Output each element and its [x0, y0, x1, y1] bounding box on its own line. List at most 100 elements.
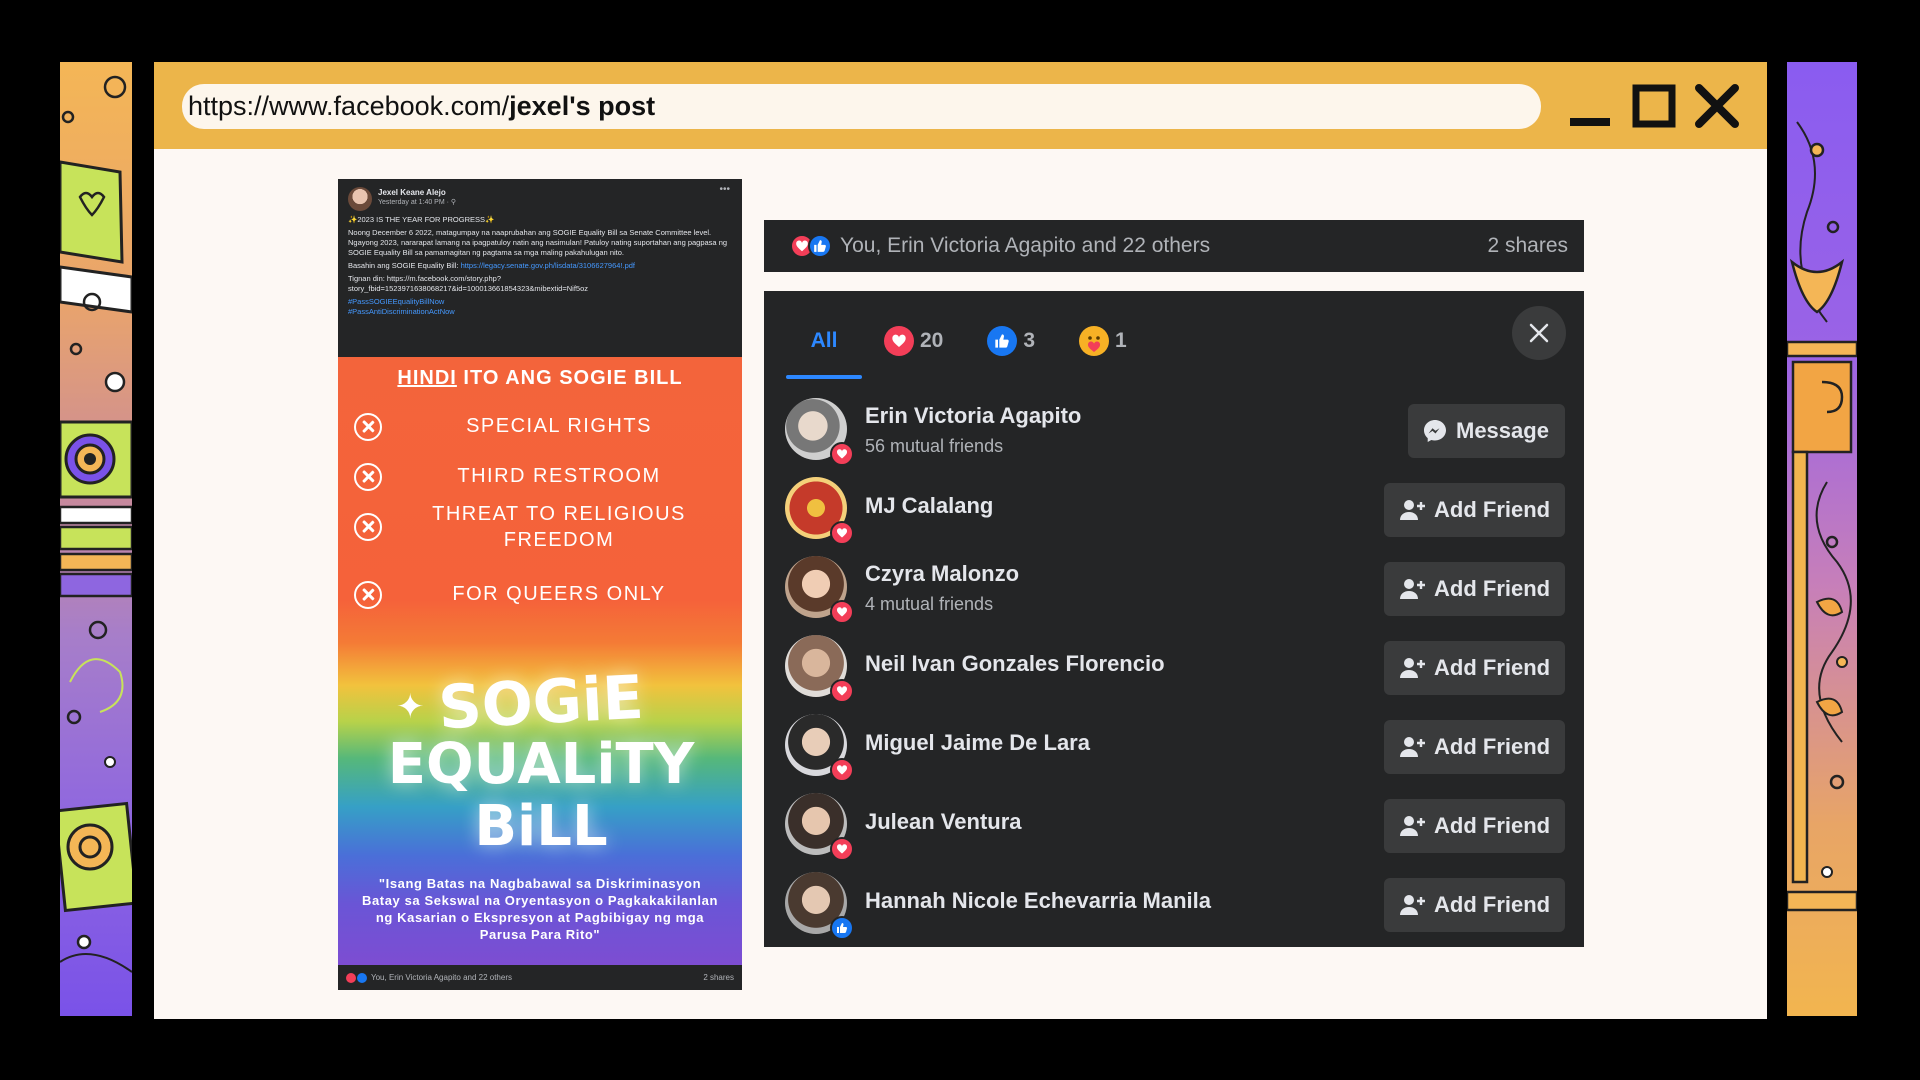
poster-item: SPECIAL RIGHTS [354, 405, 734, 445]
add-friend-button[interactable]: Add Friend [1384, 720, 1565, 774]
add-friend-icon [1400, 658, 1425, 678]
add-friend-icon [1400, 816, 1425, 836]
love-reaction-icon [830, 442, 854, 466]
mutual-friends[interactable]: 4 mutual friends [865, 594, 993, 615]
post-text: ✨2023 IS THE YEAR FOR PROGRESS✨ Noong De… [348, 215, 732, 320]
poster-title: HINDI ITO ANG SOGIE BILL [338, 367, 742, 390]
logo-line: EQUALiTY [387, 732, 695, 797]
mutual-friends[interactable]: 56 mutual friends [865, 436, 1003, 457]
tab-love[interactable]: 20 [862, 305, 965, 377]
love-reaction-icon [884, 326, 914, 356]
close-window-button[interactable] [1695, 84, 1739, 128]
poster-item-text: FOR QUEERS ONLY [452, 583, 666, 605]
logo-line: BiLL [474, 794, 608, 859]
read-label: Basahin ang SOGIE Equality Bill: [348, 261, 459, 270]
reactor-row: Miguel Jaime De Lara Add Friend [764, 707, 1584, 785]
decorative-pattern-left [60, 75, 132, 973]
post-footer-reactions: You, Erin Victoria Agapito and 22 others [371, 973, 512, 982]
add-friend-label: Add Friend [1434, 734, 1551, 759]
decorative-pattern-right [1787, 121, 1857, 912]
like-reaction-icon [830, 916, 854, 940]
add-friend-icon [1400, 895, 1425, 915]
post-header: Jexel Keane Alejo Yesterday at 1:40 PM ·… [338, 179, 742, 357]
add-friend-button[interactable]: Add Friend [1384, 799, 1565, 853]
love-reaction-icon [830, 521, 854, 545]
tab-all[interactable]: All [786, 305, 862, 379]
close-icon [1695, 84, 1739, 128]
url-prefix: https://www.facebook.com/ [188, 91, 510, 121]
close-dialog-button[interactable] [1512, 306, 1566, 360]
reactor-name[interactable]: Czyra Malonzo [865, 561, 1019, 587]
read-link: https://legacy.senate.gov.ph/lisdata/310… [460, 261, 636, 270]
poster-item-text: SPECIAL RIGHTS [466, 415, 652, 437]
like-reaction-icon [987, 326, 1018, 356]
add-friend-button[interactable]: Add Friend [1384, 483, 1565, 537]
message-button[interactable]: Message [1408, 404, 1565, 458]
reactor-name[interactable]: Erin Victoria Agapito [865, 403, 1081, 429]
post-screenshot: Jexel Keane Alejo Yesterday at 1:40 PM ·… [338, 179, 742, 990]
slide: https://www.facebook.com/jexel's post Je… [0, 0, 1920, 1080]
reactor-name[interactable]: Julean Ventura [865, 809, 1022, 835]
logo-line: SOGiE [436, 662, 646, 744]
reactor-name[interactable]: Hannah Nicole Echevarria Manila [865, 888, 1211, 914]
minimize-icon [1570, 118, 1610, 126]
messenger-icon [1424, 420, 1446, 442]
post-image: HINDI ITO ANG SOGIE BILL SPECIAL RIGHTS … [338, 357, 742, 965]
reactor-row: Czyra Malonzo 4 mutual friends Add Frien… [764, 549, 1584, 627]
post-footer: You, Erin Victoria Agapito and 22 others… [338, 965, 742, 990]
hashtag: #PassAntiDiscriminationActNow [348, 307, 455, 316]
tab-care[interactable]: 1 [1057, 305, 1149, 377]
like-reaction-icon [808, 234, 832, 258]
add-friend-button[interactable]: Add Friend [1384, 562, 1565, 616]
tab-all-label: All [810, 329, 838, 352]
reactor-row: Julean Ventura Add Friend [764, 786, 1584, 864]
care-count: 1 [1115, 329, 1127, 352]
reactor-row: Hannah Nicole Echevarria Manila Add Frie… [764, 865, 1584, 943]
poster-title-rest: ITO ANG SOGIE BILL [456, 367, 683, 389]
left-decorative-strip [60, 62, 132, 1016]
post-time: Yesterday at 1:40 PM · ⚲ [378, 199, 457, 206]
add-friend-icon [1400, 737, 1425, 757]
add-friend-icon [1400, 579, 1425, 599]
reactor-name[interactable]: Neil Ivan Gonzales Florencio [865, 651, 1165, 677]
like-reaction-icon [357, 972, 367, 983]
add-friend-button[interactable]: Add Friend [1384, 641, 1565, 695]
minimize-button[interactable] [1568, 84, 1612, 128]
add-friend-label: Add Friend [1434, 892, 1551, 917]
love-reaction-icon [830, 600, 854, 624]
reactor-name[interactable]: MJ Calalang [865, 493, 993, 519]
message-button-label: Message [1456, 418, 1549, 443]
poster-item-text: THREAT TO RELIGIOUS FREEDOM [432, 503, 686, 551]
x-circle-icon [354, 413, 382, 441]
love-count: 20 [920, 329, 944, 352]
reactor-row: Neil Ivan Gonzales Florencio Add Friend [764, 628, 1584, 706]
maximize-button[interactable] [1632, 84, 1676, 128]
author-avatar [348, 187, 372, 211]
tab-like[interactable]: 3 [965, 305, 1057, 377]
post-footer-shares: 2 shares [703, 973, 734, 982]
url-path: jexel's post [509, 91, 656, 121]
more-options-icon: ••• [719, 184, 730, 195]
address-bar[interactable]: https://www.facebook.com/jexel's post [182, 84, 1541, 129]
x-circle-icon [354, 581, 382, 609]
care-reaction-icon [1079, 326, 1110, 356]
post-headline: ✨2023 IS THE YEAR FOR PROGRESS✨ [348, 215, 495, 224]
reactor-row: MJ Calalang Add Friend [764, 470, 1584, 548]
add-friend-label: Add Friend [1434, 813, 1551, 838]
post-author: Jexel Keane Alejo [378, 188, 446, 197]
reactor-name[interactable]: Miguel Jaime De Lara [865, 730, 1090, 756]
reaction-names[interactable]: You, Erin Victoria Agapito and 22 others [840, 234, 1210, 258]
add-friend-button[interactable]: Add Friend [1384, 878, 1565, 932]
reactor-row: Erin Victoria Agapito 56 mutual friends … [764, 391, 1584, 469]
right-decorative-strip [1787, 62, 1857, 1016]
reaction-summary-bar[interactable]: You, Erin Victoria Agapito and 22 others… [764, 220, 1584, 272]
share-count[interactable]: 2 shares [1487, 234, 1568, 258]
love-reaction-icon [830, 679, 854, 703]
love-reaction-icon [830, 758, 854, 782]
reactions-dialog: All 20 3 1 Erin Victoria Agapito 56 mutu… [764, 291, 1584, 947]
poster-title-underlined: HINDI [397, 367, 457, 389]
post-see-also: Tignan din: https://m.facebook.com/story… [348, 274, 588, 293]
maximize-icon [1632, 84, 1676, 128]
add-friend-label: Add Friend [1434, 497, 1551, 522]
like-count: 3 [1023, 329, 1036, 352]
